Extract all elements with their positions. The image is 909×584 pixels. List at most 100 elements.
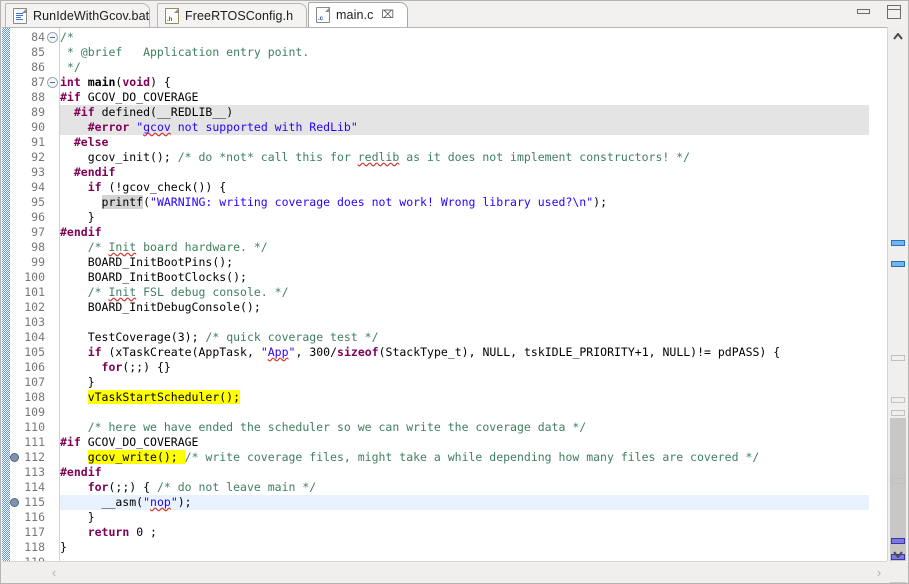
code-line[interactable]: #endif — [60, 225, 869, 240]
gutter-line[interactable]: 87 — [10, 75, 59, 90]
code-line[interactable]: TestCoverage(3); /* quick coverage test … — [60, 330, 869, 345]
code-line[interactable]: /* Init board hardware. */ — [60, 240, 869, 255]
overview-ruler-marker[interactable] — [891, 478, 905, 484]
tab-freertosconfig-h[interactable]: .h FreeRTOSConfig.h — [157, 3, 307, 27]
overview-ruler-marker[interactable] — [891, 240, 905, 246]
gutter-line[interactable]: 105 — [10, 345, 59, 360]
gutter-line[interactable]: 102 — [10, 300, 59, 315]
overview-ruler-marker[interactable] — [891, 397, 905, 403]
overview-ruler-marker[interactable] — [891, 410, 905, 416]
code-line[interactable]: } — [60, 210, 869, 225]
overview-ruler-marker[interactable] — [891, 538, 905, 544]
code-line[interactable]: for(;;) {} — [60, 360, 869, 375]
gutter-line[interactable]: 97 — [10, 225, 59, 240]
maximize-icon[interactable] — [886, 5, 902, 19]
line-number: 104 — [11, 330, 45, 345]
line-number-gutter[interactable]: 8485868788899091929394959697989910010110… — [10, 28, 60, 562]
code-line[interactable]: #error "gcov not supported with RedLib" — [60, 120, 869, 135]
gutter-line[interactable]: 107 — [10, 375, 59, 390]
code-line[interactable]: int main(void) { — [60, 75, 869, 90]
gutter-line[interactable]: 88 — [10, 90, 59, 105]
code-line[interactable]: * @brief Application entry point. — [60, 45, 869, 60]
code-line[interactable]: } — [60, 375, 869, 390]
vertical-scrollbar[interactable] — [887, 27, 907, 563]
code-line[interactable]: #else — [60, 135, 869, 150]
gutter-line[interactable]: 99 — [10, 255, 59, 270]
gutter-line[interactable]: 103 — [10, 315, 59, 330]
scroll-left-icon[interactable]: ‹ — [44, 562, 64, 582]
code-line[interactable]: BOARD_InitBootClocks(); — [60, 270, 869, 285]
gutter-line[interactable]: 101 — [10, 285, 59, 300]
gutter-line[interactable]: 95 — [10, 195, 59, 210]
gutter-line[interactable]: 89 — [10, 105, 59, 120]
gutter-line[interactable]: 114 — [10, 480, 59, 495]
gutter-line[interactable]: 104 — [10, 330, 59, 345]
close-icon[interactable]: ⌧ — [381, 10, 394, 21]
gutter-line[interactable]: 91 — [10, 135, 59, 150]
code-line[interactable]: printf("WARNING: writing coverage does n… — [60, 195, 869, 210]
gutter-line[interactable]: 92 — [10, 150, 59, 165]
line-number: 87 — [11, 75, 45, 90]
gutter-line[interactable]: 90 — [10, 120, 59, 135]
code-line[interactable]: */ — [60, 60, 869, 75]
code-line[interactable]: #if GCOV_DO_COVERAGE — [60, 90, 869, 105]
code-text-area[interactable]: /* * @brief Application entry point. */i… — [60, 28, 869, 562]
code-line[interactable]: /* here we have ended the scheduler so w… — [60, 420, 869, 435]
code-line[interactable]: BOARD_InitDebugConsole(); — [60, 300, 869, 315]
line-number: 106 — [11, 360, 45, 375]
code-line[interactable] — [60, 405, 869, 420]
code-line[interactable]: return 0 ; — [60, 525, 869, 540]
overview-ruler-marker[interactable] — [891, 355, 905, 361]
gutter-line[interactable]: 84 — [10, 30, 59, 45]
fold-collapse-icon[interactable] — [47, 77, 58, 88]
code-line[interactable]: gcov_write(); /* write coverage files, m… — [60, 450, 869, 465]
code-line[interactable]: /* Init FSL debug console. */ — [60, 285, 869, 300]
gutter-line[interactable]: 116 — [10, 510, 59, 525]
gutter-line[interactable]: 118 — [10, 540, 59, 555]
gutter-line[interactable]: 94 — [10, 180, 59, 195]
fold-collapse-icon[interactable] — [47, 32, 58, 43]
gutter-line[interactable]: 115 — [10, 495, 59, 510]
gutter-line[interactable]: 109 — [10, 405, 59, 420]
overview-ruler-marker[interactable] — [891, 261, 905, 267]
code-line[interactable]: gcov_init(); /* do *not* call this for r… — [60, 150, 869, 165]
horizontal-scrollbar[interactable]: ‹ › — [2, 561, 907, 582]
gutter-line[interactable]: 111 — [10, 435, 59, 450]
line-number: 118 — [11, 540, 45, 555]
code-line[interactable]: /* — [60, 30, 869, 45]
code-line[interactable]: __asm("nop"); — [60, 495, 869, 510]
code-line[interactable]: #endif — [60, 465, 869, 480]
gutter-line[interactable]: 98 — [10, 240, 59, 255]
gutter-line[interactable]: 96 — [10, 210, 59, 225]
code-line[interactable]: if (!gcov_check()) { — [60, 180, 869, 195]
code-line[interactable]: } — [60, 540, 869, 555]
tab-main-c[interactable]: .c main.c ⌧ — [308, 2, 408, 27]
gutter-line[interactable]: 106 — [10, 360, 59, 375]
minimize-icon[interactable] — [856, 5, 872, 19]
code-line[interactable]: } — [60, 510, 869, 525]
gutter-line[interactable]: 86 — [10, 60, 59, 75]
code-line[interactable]: for(;;) { /* do not leave main */ — [60, 480, 869, 495]
gutter-line[interactable]: 85 — [10, 45, 59, 60]
gutter-line[interactable]: 112 — [10, 450, 59, 465]
gutter-line[interactable]: 110 — [10, 420, 59, 435]
code-line[interactable]: #endif — [60, 165, 869, 180]
code-line[interactable] — [60, 315, 869, 330]
breakpoint-icon[interactable] — [10, 453, 19, 462]
line-number: 95 — [11, 195, 45, 210]
gutter-line[interactable]: 108 — [10, 390, 59, 405]
code-editor[interactable]: 8485868788899091929394959697989910010110… — [2, 27, 907, 563]
scroll-right-icon[interactable]: › — [869, 562, 889, 582]
scroll-up-icon[interactable] — [888, 27, 908, 45]
gutter-line[interactable]: 93 — [10, 165, 59, 180]
code-line[interactable]: if (xTaskCreate(AppTask, "App", 300/size… — [60, 345, 869, 360]
gutter-line[interactable]: 100 — [10, 270, 59, 285]
gutter-line[interactable]: 113 — [10, 465, 59, 480]
code-line[interactable]: BOARD_InitBootPins(); — [60, 255, 869, 270]
code-line[interactable]: #if GCOV_DO_COVERAGE — [60, 435, 869, 450]
code-line[interactable]: #if defined(__REDLIB__) — [60, 105, 869, 120]
tab-runidewithgcov-bat[interactable]: RunIdeWithGcov.bat — [5, 3, 150, 27]
code-line[interactable]: vTaskStartScheduler(); — [60, 390, 869, 405]
gutter-line[interactable]: 117 — [10, 525, 59, 540]
breakpoint-icon[interactable] — [10, 498, 19, 507]
